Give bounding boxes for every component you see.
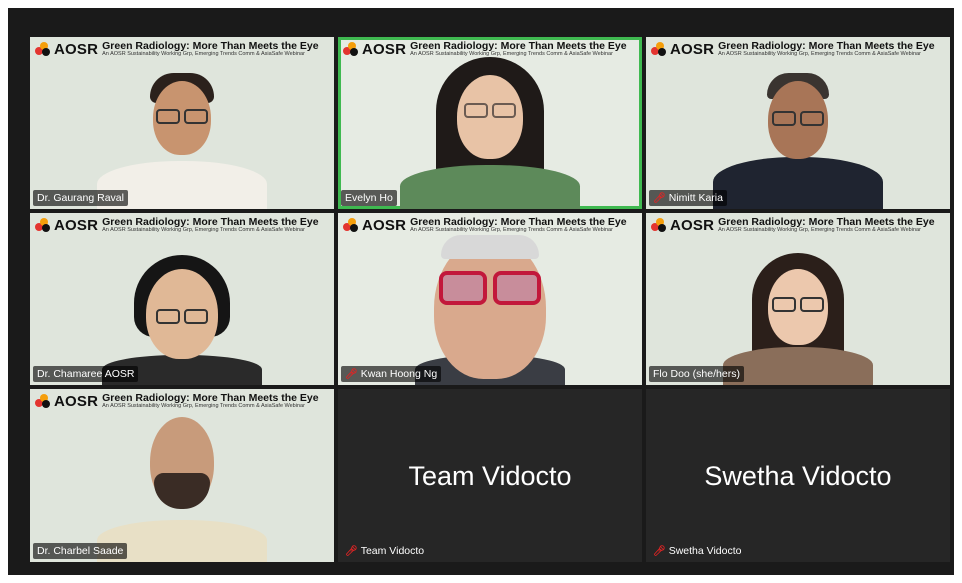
aosr-logo-icon bbox=[35, 42, 50, 56]
banner-subtitle: An AOSR Sustainability Working Grp, Emer… bbox=[410, 227, 613, 233]
webinar-banner: AOSR Green Radiology: More Than Meets th… bbox=[30, 213, 334, 237]
video-tile-team-vidocto[interactable]: Team Vidocto 🎤︎ Team Vidocto bbox=[338, 389, 642, 562]
banner-subtitle: An AOSR Sustainability Working Grp, Emer… bbox=[102, 403, 305, 409]
webinar-banner: AOSR Green Radiology: More Than Meets th… bbox=[30, 389, 334, 413]
logo-text: AOSR bbox=[54, 40, 99, 58]
video-tile-flo-doo[interactable]: AOSR Green Radiology: More Than Meets th… bbox=[646, 213, 950, 385]
logo-text: AOSR bbox=[362, 216, 407, 234]
webinar-banner: AOSR Green Radiology: More Than Meets th… bbox=[646, 37, 950, 61]
banner-title: Green Radiology: More Than Meets the Eye bbox=[410, 215, 627, 228]
mic-off-icon: 🎤︎ bbox=[653, 545, 666, 557]
banner-subtitle: An AOSR Sustainability Working Grp, Emer… bbox=[410, 51, 613, 57]
participant-name-tag: 🎤︎ Kwan Hoong Ng bbox=[341, 366, 442, 382]
logo-text: AOSR bbox=[670, 216, 715, 234]
banner-title: Green Radiology: More Than Meets the Eye bbox=[410, 39, 627, 52]
participant-name-tag: Flo Doo (she/hers) bbox=[649, 366, 744, 382]
banner-title: Green Radiology: More Than Meets the Eye bbox=[102, 215, 319, 228]
aosr-logo-icon bbox=[651, 42, 666, 56]
participant-name-tag: Dr. Chamaree AOSR bbox=[33, 366, 139, 382]
participant-name-tag: 🎤︎ Team Vidocto bbox=[341, 543, 428, 559]
banner-subtitle: An AOSR Sustainability Working Grp, Emer… bbox=[102, 227, 305, 233]
video-tile-kwan-hoong-ng[interactable]: AOSR Green Radiology: More Than Meets th… bbox=[338, 213, 642, 385]
participant-name: Swetha Vidocto bbox=[668, 545, 742, 557]
video-tile-nimitt-karia[interactable]: AOSR Green Radiology: More Than Meets th… bbox=[646, 37, 950, 209]
banner-subtitle: An AOSR Sustainability Working Grp, Emer… bbox=[102, 51, 305, 57]
aosr-logo-icon bbox=[35, 218, 50, 232]
banner-title: Green Radiology: More Than Meets the Eye bbox=[718, 39, 935, 52]
participant-name: Evelyn Ho bbox=[345, 192, 393, 204]
participant-name: Nimitt Karia bbox=[668, 192, 723, 204]
participant-name-tag: Dr. Gaurang Raval bbox=[33, 190, 128, 206]
video-tile-charbel-saade[interactable]: AOSR Green Radiology: More Than Meets th… bbox=[30, 389, 334, 562]
participant-name-tag: Dr. Charbel Saade bbox=[33, 543, 128, 559]
meeting-window: AOSR Green Radiology: More Than Meets th… bbox=[8, 8, 954, 575]
aosr-logo-icon bbox=[35, 394, 50, 408]
participant-name-tag: 🎤︎ Swetha Vidocto bbox=[649, 543, 745, 559]
logo-text: AOSR bbox=[54, 392, 99, 410]
logo-text: AOSR bbox=[54, 216, 99, 234]
banner-title: Green Radiology: More Than Meets the Eye bbox=[102, 391, 319, 404]
aosr-logo-icon bbox=[343, 42, 358, 56]
logo-text: AOSR bbox=[362, 40, 407, 58]
participant-name-tag: Evelyn Ho bbox=[341, 190, 397, 206]
mic-off-icon: 🎤︎ bbox=[345, 545, 358, 557]
participant-name: Flo Doo (she/hers) bbox=[653, 368, 740, 380]
webinar-banner: AOSR Green Radiology: More Than Meets th… bbox=[338, 213, 642, 237]
mic-off-icon: 🎤︎ bbox=[345, 368, 358, 380]
participant-name: Dr. Gaurang Raval bbox=[37, 192, 124, 204]
participant-name: Dr. Chamaree AOSR bbox=[37, 368, 135, 380]
banner-subtitle: An AOSR Sustainability Working Grp, Emer… bbox=[718, 227, 921, 233]
participant-name-tag: 🎤︎ Nimitt Karia bbox=[649, 190, 727, 206]
video-tile-chamaree[interactable]: AOSR Green Radiology: More Than Meets th… bbox=[30, 213, 334, 385]
banner-subtitle: An AOSR Sustainability Working Grp, Emer… bbox=[718, 51, 921, 57]
video-off-display-name: Team Vidocto bbox=[408, 461, 572, 491]
webinar-banner: AOSR Green Radiology: More Than Meets th… bbox=[30, 37, 334, 61]
banner-title: Green Radiology: More Than Meets the Eye bbox=[718, 215, 935, 228]
video-gallery: AOSR Green Radiology: More Than Meets th… bbox=[30, 37, 950, 562]
video-tile-evelyn-ho[interactable]: AOSR Green Radiology: More Than Meets th… bbox=[338, 37, 642, 209]
participant-name: Kwan Hoong Ng bbox=[360, 368, 438, 380]
aosr-logo-icon bbox=[343, 218, 358, 232]
participant-name: Dr. Charbel Saade bbox=[37, 545, 124, 557]
aosr-logo-icon bbox=[651, 218, 666, 232]
video-tile-swetha-vidocto[interactable]: Swetha Vidocto 🎤︎ Swetha Vidocto bbox=[646, 389, 950, 562]
banner-title: Green Radiology: More Than Meets the Eye bbox=[102, 39, 319, 52]
logo-text: AOSR bbox=[670, 40, 715, 58]
webinar-banner: AOSR Green Radiology: More Than Meets th… bbox=[646, 213, 950, 237]
video-off-display-name: Swetha Vidocto bbox=[704, 461, 892, 491]
participant-name: Team Vidocto bbox=[360, 545, 425, 557]
mic-off-icon: 🎤︎ bbox=[653, 192, 666, 204]
video-tile-gaurang-raval[interactable]: AOSR Green Radiology: More Than Meets th… bbox=[30, 37, 334, 209]
